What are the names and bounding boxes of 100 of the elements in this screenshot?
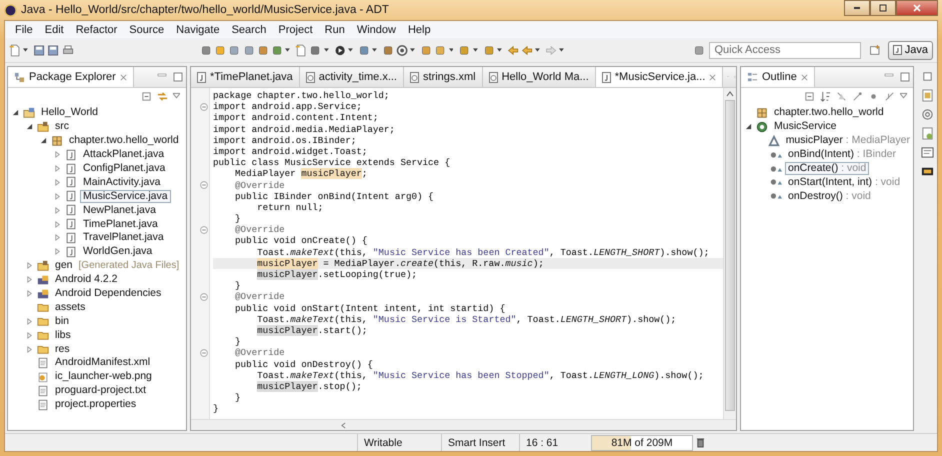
caret-icon[interactable] (285, 48, 290, 52)
caret-icon[interactable] (410, 48, 416, 52)
menu-item[interactable]: File (9, 24, 39, 36)
tree-item[interactable]: TravelPlanet.java (80, 231, 167, 244)
hide-static-icon[interactable] (852, 90, 863, 102)
tree-item[interactable]: res (52, 342, 73, 356)
expanded-arrow-icon[interactable] (745, 123, 752, 130)
caret-icon[interactable] (472, 48, 478, 52)
collapsed-arrow-icon[interactable] (54, 248, 61, 256)
menu-item[interactable]: Help (402, 24, 437, 36)
outline-item[interactable]: onBind(Intent) : IBinder (785, 148, 899, 162)
menu-item[interactable]: Run (318, 24, 351, 36)
editor-tab[interactable]: Hello_World Ma... (482, 67, 596, 87)
open-perspective-icon[interactable] (869, 42, 882, 58)
caret-icon[interactable] (348, 48, 353, 52)
tree-item[interactable]: chapter.two.hello_world (66, 134, 182, 148)
caret-icon[interactable] (448, 48, 454, 52)
logcat-icon[interactable] (920, 165, 934, 178)
tree-item[interactable]: MusicService.java (80, 190, 171, 203)
trash-icon[interactable] (696, 437, 705, 448)
scroll-left-icon[interactable] (341, 422, 346, 428)
tree-item[interactable]: ic_launcher-web.png (52, 370, 155, 384)
tree-item[interactable]: NewPlanet.java (80, 204, 159, 217)
collapsed-arrow-icon[interactable] (54, 178, 61, 186)
tree-item[interactable]: ConfigPlanet.java (80, 162, 168, 175)
tree-item[interactable]: proguard-project.txt (52, 384, 150, 398)
close-icon[interactable] (800, 74, 808, 80)
tree-item[interactable]: Android Dependencies (52, 287, 164, 300)
console-icon[interactable] (920, 146, 934, 159)
caret-icon[interactable] (23, 48, 28, 52)
fold-icon[interactable] (200, 181, 208, 190)
package-explorer-tab[interactable]: Package Explorer (8, 67, 134, 87)
tree-item[interactable]: MainActivity.java (80, 176, 164, 189)
outline-item[interactable]: onCreate() : void (785, 162, 870, 175)
collapsed-arrow-icon[interactable] (54, 151, 61, 158)
view-menu-icon[interactable] (900, 93, 907, 99)
save-icon[interactable] (33, 42, 46, 58)
outline-item[interactable]: chapter.two.hello_world (771, 106, 887, 120)
tree-item[interactable]: bin (52, 314, 72, 328)
tree-item[interactable]: AndroidManifest.xml (52, 356, 154, 370)
outline-tab[interactable]: Outline (741, 67, 815, 87)
menu-item[interactable]: Project (272, 24, 319, 36)
tree-item[interactable]: AttackPlanet.java (80, 148, 168, 162)
fold-icon[interactable] (200, 292, 208, 301)
vertical-scrollbar[interactable] (723, 88, 736, 419)
save-all-icon[interactable] (47, 42, 60, 58)
horizontal-scrollbar[interactable] (191, 419, 736, 430)
outline-item[interactable]: musicPlayer : MediaPlayer (782, 134, 913, 148)
collapsed-arrow-icon[interactable] (54, 192, 61, 200)
document-icon[interactable] (295, 42, 308, 58)
collapsed-arrow-icon[interactable] (54, 220, 61, 228)
hide-local-types-icon[interactable] (884, 90, 895, 102)
fold-icon[interactable] (200, 102, 208, 111)
view-menu-icon[interactable] (173, 93, 180, 99)
editor-tab[interactable]: activity_time.x... (300, 67, 404, 87)
caret-icon[interactable] (535, 48, 540, 52)
fold-icon[interactable] (200, 348, 208, 357)
caret-icon[interactable] (372, 48, 377, 52)
tree-item[interactable]: libs (52, 328, 74, 342)
menu-item[interactable]: Window (350, 24, 402, 36)
expanded-arrow-icon[interactable] (12, 109, 19, 116)
quick-access-field[interactable]: Quick Access (709, 42, 862, 58)
caret-icon[interactable] (496, 48, 502, 52)
menu-item[interactable]: Search (226, 24, 272, 36)
outline-item[interactable]: onDestroy() : void (785, 190, 874, 203)
caret-icon[interactable] (324, 48, 329, 52)
collapsed-arrow-icon[interactable] (26, 276, 33, 284)
new-document-icon[interactable] (9, 42, 22, 58)
editor-tab[interactable]: *MusicService.ja... (596, 67, 724, 87)
editor-tab[interactable]: strings.xml (404, 67, 483, 87)
collapsed-arrow-icon[interactable] (26, 290, 33, 298)
tree-item[interactable]: Android 4.2.2 (52, 273, 120, 286)
expanded-arrow-icon[interactable] (26, 123, 33, 130)
collapsed-arrow-icon[interactable] (54, 234, 61, 242)
collapsed-arrow-icon[interactable] (54, 206, 61, 214)
menu-item[interactable]: Refactor (70, 24, 124, 36)
caret-icon[interactable] (559, 48, 564, 52)
tree-item[interactable]: TimePlanet.java (80, 218, 161, 231)
collapsed-arrow-icon[interactable] (26, 262, 33, 270)
restore-icon[interactable] (920, 70, 934, 83)
close-icon[interactable] (709, 74, 716, 80)
maximize-button[interactable] (870, 0, 896, 16)
outline-item[interactable]: onStart(Intent, int) : void (785, 176, 904, 189)
sort-icon[interactable] (820, 90, 831, 102)
collapsed-arrow-icon[interactable] (26, 318, 33, 325)
editor-tab[interactable]: *TimePlanet.java (191, 67, 300, 87)
tree-item[interactable]: gen (52, 259, 76, 272)
tree-item[interactable]: Hello_World (38, 106, 101, 120)
collapse-all-icon[interactable] (804, 90, 815, 102)
close-icon[interactable] (120, 74, 127, 80)
tree-item[interactable]: src (52, 120, 72, 134)
hide-fields-icon[interactable] (836, 90, 847, 102)
close-button[interactable] (896, 0, 938, 16)
tree-item[interactable]: WorldGen.java (80, 245, 156, 258)
menu-item[interactable]: Source (123, 24, 170, 36)
collapsed-arrow-icon[interactable] (26, 346, 33, 353)
link-editor-icon[interactable] (157, 90, 168, 102)
menu-item[interactable]: Edit (38, 24, 70, 36)
minimize-button[interactable] (844, 0, 870, 16)
class-icon[interactable] (396, 42, 408, 58)
